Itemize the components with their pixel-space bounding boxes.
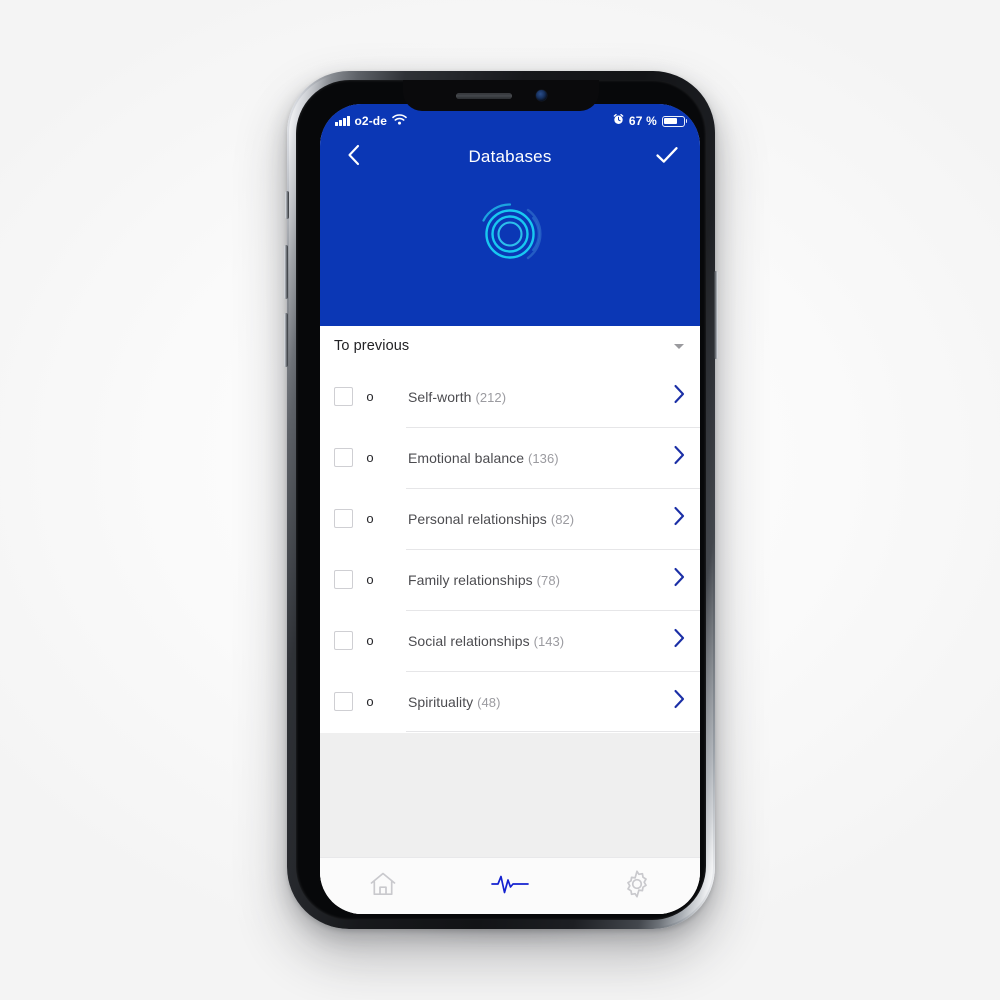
list-item[interactable]: o Self-worth (212) bbox=[320, 366, 700, 427]
navigation-bar: Databases bbox=[320, 135, 700, 179]
row-label: Spirituality (48) bbox=[387, 694, 673, 710]
row-label-text: Personal relationships bbox=[408, 510, 547, 527]
front-camera-icon bbox=[535, 90, 547, 101]
earpiece-speaker bbox=[455, 92, 512, 99]
row-label: Emotional balance (136) bbox=[387, 450, 673, 466]
volume-down-button[interactable] bbox=[284, 313, 288, 367]
list-item[interactable]: o Emotional balance (136) bbox=[320, 427, 700, 488]
app-header: Databases bbox=[320, 104, 700, 326]
section-header-to-previous[interactable]: To previous bbox=[320, 326, 700, 366]
back-button[interactable] bbox=[336, 140, 370, 174]
list-item[interactable]: o Family relationships (78) bbox=[320, 549, 700, 610]
list-item[interactable]: o Personal relationships (82) bbox=[320, 488, 700, 549]
content-area: To previous o Self-worth (212) o Emotional … bbox=[320, 326, 700, 914]
volume-up-button[interactable] bbox=[284, 245, 288, 299]
gear-settings-icon bbox=[622, 869, 652, 904]
row-count: (143) bbox=[533, 633, 565, 649]
row-count: (136) bbox=[528, 450, 559, 466]
row-label-text: Family relationships bbox=[408, 571, 533, 588]
pulse-activity-icon bbox=[490, 870, 530, 903]
list-item[interactable]: o Spirituality (48) bbox=[320, 671, 700, 732]
signal-bars-icon bbox=[335, 116, 350, 126]
chevron-left-icon bbox=[346, 143, 361, 172]
row-count: (48) bbox=[477, 694, 501, 710]
tab-home[interactable] bbox=[320, 858, 447, 914]
row-checkbox[interactable] bbox=[334, 631, 353, 650]
phone-screen: Databases o2-de 67 % To previous o Self-… bbox=[320, 104, 700, 914]
database-row-list: o Self-worth (212) o Emotional balance (136… bbox=[320, 366, 700, 732]
list-item[interactable]: o Social relationships (143) bbox=[320, 610, 700, 671]
row-disclosure-button[interactable] bbox=[673, 445, 700, 470]
chevron-right-icon bbox=[673, 628, 686, 653]
database-list-card: To previous o Self-worth (212) o Emotional … bbox=[320, 326, 700, 733]
row-checkbox[interactable] bbox=[334, 692, 353, 711]
phone-bezel: Databases o2-de 67 % To previous o Self-… bbox=[296, 80, 706, 920]
concentric-rings-logo-icon bbox=[476, 200, 544, 273]
row-checkbox[interactable] bbox=[334, 509, 353, 528]
row-label-text: Social relationships bbox=[408, 632, 530, 649]
row-marker: o bbox=[366, 572, 374, 587]
row-label: Personal relationships (82) bbox=[387, 511, 673, 527]
row-label: Social relationships (143) bbox=[387, 633, 673, 649]
row-checkbox[interactable] bbox=[334, 448, 353, 467]
phone-device-frame: Databases o2-de 67 % To previous o Self-… bbox=[284, 71, 718, 929]
status-bar-right: 67 % bbox=[613, 111, 685, 128]
row-disclosure-button[interactable] bbox=[673, 689, 700, 714]
row-label-text: Self-worth bbox=[408, 388, 472, 405]
confirm-button[interactable] bbox=[650, 140, 684, 174]
row-count: (78) bbox=[536, 572, 560, 588]
section-header-label: To previous bbox=[334, 338, 410, 354]
page-title: Databases bbox=[468, 147, 552, 166]
row-label-text: Emotional balance bbox=[408, 449, 525, 466]
tab-settings[interactable] bbox=[573, 858, 700, 914]
row-checkbox[interactable] bbox=[334, 570, 353, 589]
row-count: (212) bbox=[475, 389, 507, 405]
row-marker: o bbox=[366, 633, 374, 648]
row-label: Family relationships (78) bbox=[387, 572, 673, 588]
row-marker: o bbox=[366, 389, 374, 404]
chevron-right-icon bbox=[673, 506, 686, 531]
row-label: Self-worth (212) bbox=[387, 389, 673, 405]
row-disclosure-button[interactable] bbox=[673, 628, 700, 653]
alarm-clock-icon bbox=[613, 113, 624, 128]
chevron-right-icon bbox=[673, 567, 686, 592]
app-logo bbox=[320, 200, 700, 273]
status-bar-left: o2-de bbox=[335, 111, 407, 128]
chevron-down-icon[interactable] bbox=[674, 343, 684, 349]
chevron-right-icon bbox=[673, 384, 686, 409]
row-marker: o bbox=[366, 694, 374, 709]
carrier-label: o2-de bbox=[354, 114, 388, 128]
row-disclosure-button[interactable] bbox=[673, 567, 700, 592]
power-button[interactable] bbox=[714, 271, 718, 359]
row-marker: o bbox=[366, 511, 374, 526]
battery-percent-label: 67 % bbox=[628, 114, 657, 128]
wifi-icon bbox=[392, 114, 407, 128]
checkmark-icon bbox=[655, 145, 679, 170]
row-label-text: Spirituality bbox=[408, 693, 474, 710]
row-disclosure-button[interactable] bbox=[673, 506, 700, 531]
row-checkbox[interactable] bbox=[334, 387, 353, 406]
home-icon bbox=[368, 870, 398, 903]
chevron-right-icon bbox=[673, 445, 686, 470]
bottom-tab-bar bbox=[320, 857, 700, 914]
tab-activity[interactable] bbox=[447, 858, 574, 914]
row-marker: o bbox=[366, 450, 374, 465]
chevron-right-icon bbox=[673, 689, 686, 714]
device-notch bbox=[403, 80, 599, 111]
row-count: (82) bbox=[550, 511, 575, 527]
battery-icon bbox=[662, 115, 685, 127]
mute-switch-button[interactable] bbox=[285, 191, 289, 219]
row-disclosure-button[interactable] bbox=[673, 384, 700, 409]
